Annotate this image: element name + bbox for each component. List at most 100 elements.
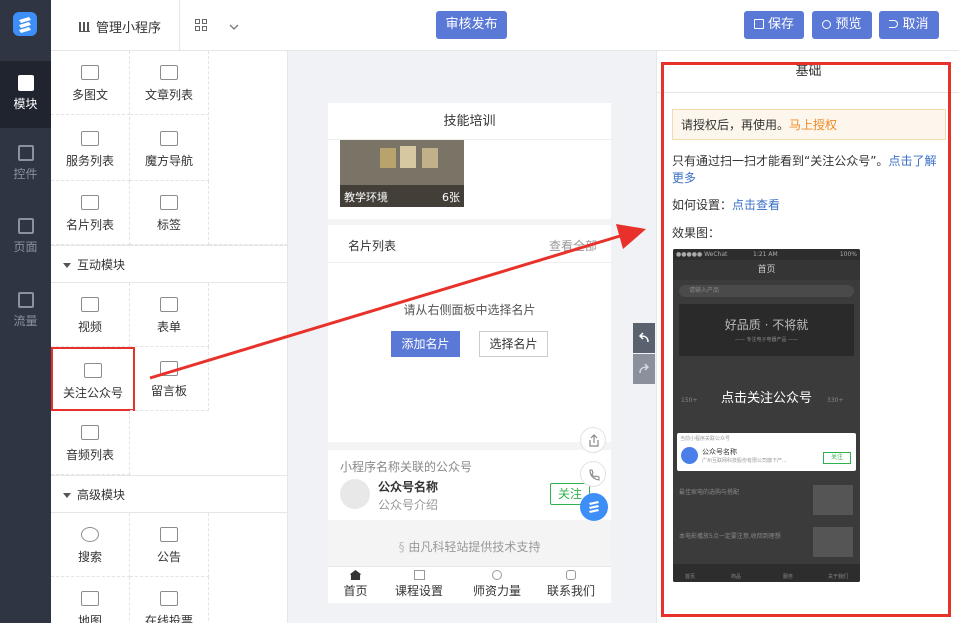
page-icon [17, 218, 34, 234]
view-link[interactable]: 点击查看 [732, 198, 780, 212]
grid-icon [413, 570, 425, 580]
nav-item-control[interactable]: 控件 [0, 145, 51, 195]
official-account-name: 公众号名称 [378, 480, 439, 494]
top-bar: 管理小程序 审核发布 保存 预览 取消 [51, 0, 959, 51]
home-icon [349, 570, 362, 580]
speaker-icon [160, 527, 178, 542]
caret-down-icon [63, 263, 71, 268]
multi-article-icon [81, 65, 99, 80]
search-icon [81, 527, 99, 542]
module-form[interactable]: 表单 [130, 283, 209, 347]
nav-item-traffic[interactable]: 流量 [0, 292, 51, 342]
authorize-warning: 请授权后，再使用。马上授权 [672, 109, 946, 140]
control-icon [17, 145, 34, 161]
message-icon [160, 361, 178, 376]
vote-icon [160, 591, 178, 606]
left-nav: 模块 控件 页面 流量 [0, 0, 51, 623]
official-account-desc: 公众号介绍 [378, 498, 439, 512]
card-section-title: 名片列表 [348, 239, 397, 253]
publish-button[interactable]: 审核发布 [436, 11, 507, 39]
gallery-caption: 教学环境 [344, 191, 388, 204]
search-icon [822, 20, 832, 29]
module-map[interactable]: 地图 [51, 577, 130, 623]
phone-tab-course[interactable]: 课程设置 [388, 570, 450, 599]
module-multi-article[interactable]: 多图文 [51, 51, 130, 115]
official-account-section: 小程序名称关联的公众号 公众号名称 公众号介绍 关注 [328, 450, 611, 520]
redo-button[interactable] [633, 354, 655, 384]
module-card-list[interactable]: 名片列表 [51, 181, 130, 245]
save-icon [753, 19, 764, 29]
chevron-down-icon[interactable] [229, 20, 239, 30]
card-list-icon [81, 195, 99, 210]
authorize-link[interactable]: 马上授权 [789, 118, 837, 132]
chart-icon [79, 22, 90, 32]
cancel-button[interactable]: 取消 [879, 11, 939, 39]
tab-basic[interactable]: 基础 [657, 51, 959, 93]
effect-label: 效果图： [672, 226, 721, 240]
howto-row: 如何设置：点击查看 [672, 198, 781, 212]
module-audio-list[interactable]: 音频列表 [51, 411, 130, 475]
music-icon [81, 425, 99, 440]
user-icon [492, 570, 502, 580]
select-card-button[interactable]: 选择名片 [479, 331, 548, 357]
module-vote[interactable]: 在线投票 [130, 577, 209, 623]
section-interactive[interactable]: 互动模块 [51, 245, 287, 283]
avatar [340, 479, 370, 509]
phone-tab-teachers[interactable]: 师资力量 [466, 570, 528, 599]
brand-icon: § [398, 540, 409, 554]
follow-description: 只有通过扫一扫才能看到“关注公众号”。点击了解更多 [672, 154, 937, 185]
divider [179, 0, 180, 51]
section-advanced[interactable]: 高级模块 [51, 475, 287, 513]
video-icon [81, 297, 99, 312]
caret-down-icon [63, 493, 71, 498]
module-magic-nav[interactable]: 魔方导航 [130, 117, 209, 181]
phone-preview: 技能培训 教学环境 6张 名片列表 查看全部 请从右侧面板中选择名片 添加名片 … [328, 103, 611, 603]
app-logo-icon [13, 12, 37, 36]
map-pin-icon [81, 591, 99, 606]
service-list-icon [81, 131, 99, 146]
phone-title: 技能培训 [328, 103, 611, 140]
share-icon[interactable] [580, 427, 606, 453]
save-button[interactable]: 保存 [744, 11, 804, 39]
effect-preview-image: ●●●●● WeChat 1:21 AM 100% 首页 请输入产品 好品质 ·… [673, 249, 860, 582]
undo-button[interactable] [633, 323, 655, 353]
preview-button[interactable]: 预览 [812, 11, 872, 39]
module-search[interactable]: 搜索 [51, 513, 130, 577]
module-icon [17, 75, 34, 91]
grid-icon[interactable] [195, 19, 207, 31]
official-account-title: 小程序名称关联的公众号 [340, 460, 473, 474]
gallery-image[interactable]: 教学环境 6张 [340, 140, 464, 207]
add-card-button[interactable]: 添加名片 [391, 331, 460, 357]
module-notice[interactable]: 公告 [130, 513, 209, 577]
magic-nav-icon [160, 131, 178, 146]
gallery-count: 6张 [442, 191, 460, 204]
module-service-list[interactable]: 服务列表 [51, 117, 130, 181]
empty-cell [209, 51, 287, 245]
form-icon [160, 297, 178, 312]
traffic-icon [17, 292, 34, 308]
app-title[interactable]: 管理小程序 [79, 17, 161, 36]
card-empty-text: 请从右侧面板中选择名片 [403, 303, 536, 317]
card-section-more[interactable]: 查看全部 [549, 237, 597, 254]
phone-tab-contact[interactable]: 联系我们 [540, 570, 602, 599]
phone-tab-home[interactable]: 首页 [328, 570, 383, 599]
brand-fab-icon[interactable] [580, 493, 608, 521]
support-text: § 由凡科轻站提供技术支持 [398, 540, 541, 554]
phone-tabbar: 首页 课程设置 师资力量 联系我们 [328, 566, 611, 603]
module-tag[interactable]: 标签 [130, 181, 209, 245]
module-follow-official-account[interactable]: 关注公众号 [51, 347, 135, 411]
module-article-list[interactable]: 文章列表 [130, 51, 209, 115]
nav-item-module[interactable]: 模块 [0, 61, 51, 128]
card-list-section: 名片列表 查看全部 请从右侧面板中选择名片 添加名片 选择名片 [328, 225, 611, 442]
module-panel: 多图文 文章列表 服务列表 魔方导航 名片列表 标签 互动模块 视频 表单 关注… [51, 51, 288, 623]
nav-item-page[interactable]: 页面 [0, 218, 51, 268]
undo-icon [889, 20, 899, 28]
tag-icon [160, 195, 178, 210]
module-video[interactable]: 视频 [51, 283, 130, 347]
article-list-icon [160, 65, 178, 80]
settings-panel: 基础 请授权后，再使用。马上授权 只有通过扫一扫才能看到“关注公众号”。点击了解… [656, 51, 959, 623]
phone-header-block: 技能培训 教学环境 6张 [328, 103, 611, 219]
phone-call-icon[interactable] [580, 461, 606, 487]
phone-icon [566, 570, 576, 580]
module-message-board[interactable]: 留言板 [130, 347, 209, 411]
